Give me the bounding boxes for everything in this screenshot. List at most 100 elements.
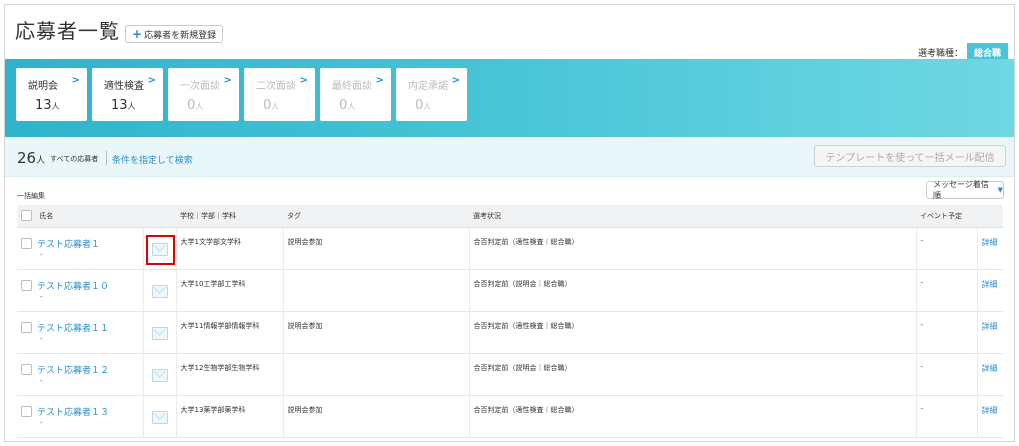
mail-cell: [142, 227, 176, 270]
row-checkbox[interactable]: [21, 237, 32, 249]
tag-cell: 説明会参加: [282, 395, 469, 438]
column-header-event: イベント予定: [916, 205, 977, 228]
tag-cell: [282, 353, 469, 396]
caret-down-icon: ▼: [997, 186, 1003, 194]
step-count: 0人: [263, 98, 280, 113]
total-count: 26人: [17, 149, 46, 167]
status-cell: 合否判定前（適性検査｜総合職）: [468, 395, 916, 438]
table-row: テスト応募者１- 大学1文学部文学科 説明会参加 合否判定前（適性検査｜総合職） - 詳細: [17, 227, 1003, 270]
detail-link[interactable]: 詳細: [982, 406, 998, 415]
column-header-detail: [977, 205, 1003, 228]
school-cell: 大学13薬学部薬学科: [175, 395, 283, 438]
applicant-sub: -: [40, 334, 43, 343]
applicant-sub: -: [40, 292, 43, 301]
name-cell: テスト応募者１１-: [17, 311, 143, 354]
tag-cell: [282, 269, 469, 312]
chevron-right-icon: >: [375, 75, 384, 86]
detail-link[interactable]: 詳細: [982, 238, 998, 247]
step-name: 内定承諾: [408, 81, 448, 92]
detail-link[interactable]: 詳細: [982, 280, 998, 289]
event-cell: -: [915, 269, 977, 312]
applicant-name-link[interactable]: テスト応募者１: [37, 240, 100, 250]
mail-icon[interactable]: [151, 242, 168, 256]
row-checkbox[interactable]: [21, 321, 32, 333]
name-cell: テスト応募者１２-: [17, 353, 143, 396]
applicant-name-link[interactable]: テスト応募者１１: [37, 324, 109, 334]
applicant-name-link[interactable]: テスト応募者１３: [37, 408, 109, 418]
tag-cell: 説明会参加: [282, 311, 469, 354]
status-cell: 合否判定前（説明会｜総合職）: [468, 269, 916, 312]
step-name: 説明会: [28, 81, 58, 92]
applicant-sub: -: [40, 376, 43, 385]
detail-link[interactable]: 詳細: [982, 322, 998, 331]
bulk-mail-button[interactable]: テンプレートを使って一括メール配信: [814, 145, 1006, 167]
table-row: テスト応募者１３- 大学13薬学部薬学科 説明会参加 合否判定前（適性検査｜総合職） -…: [17, 395, 1003, 438]
step-count: 0人: [415, 98, 432, 113]
mail-cell: [142, 353, 176, 396]
chevron-right-icon: >: [223, 75, 232, 86]
condition-search-link[interactable]: 条件を指定して検索: [112, 153, 193, 166]
step-name: 適性検査: [104, 81, 144, 92]
page-title: 応募者一覧: [15, 19, 120, 43]
event-cell: -: [915, 227, 977, 270]
column-header-mail: [143, 205, 176, 228]
step-count: 13人: [111, 98, 136, 113]
table-row: テスト応募者１２- 大学12生物学部生物学科 合否判定前（説明会｜総合職） - 詳細: [17, 353, 1003, 396]
applicant-sub: -: [40, 250, 43, 259]
column-header-status: 選考状況: [469, 205, 916, 228]
detail-cell: 詳細: [976, 269, 1003, 312]
plus-icon: +: [132, 27, 143, 41]
tag-cell: 説明会参加: [282, 227, 469, 270]
mail-cell: [142, 269, 176, 312]
detail-cell: 詳細: [976, 227, 1003, 270]
chevron-right-icon: >: [147, 75, 156, 86]
detail-cell: 詳細: [976, 353, 1003, 396]
status-cell: 合否判定前（説明会｜総合職）: [468, 353, 916, 396]
column-header-name: 氏名: [17, 205, 143, 228]
step-card[interactable]: 内定承諾 >0人: [396, 68, 467, 121]
name-cell: テスト応募者１３-: [17, 395, 143, 438]
selection-steps-banner: 説明会 >13人 適性検査 >13人 一次面談 >0人 二次面談 >0人 最終面談 >0人 内定承諾…: [5, 59, 1014, 137]
event-cell: -: [915, 311, 977, 354]
mail-icon[interactable]: [151, 410, 168, 424]
applicant-name-link[interactable]: テスト応募者１２: [37, 366, 109, 376]
school-cell: 大学11情報学部情報学科: [175, 311, 283, 354]
row-checkbox[interactable]: [21, 363, 32, 375]
chevron-right-icon: >: [299, 75, 308, 86]
column-header-school: 学校｜学部｜学科: [176, 205, 283, 228]
column-header-tag: タグ: [283, 205, 469, 228]
step-count: 0人: [339, 98, 356, 113]
add-applicant-button[interactable]: + 応募者を新規登録: [125, 25, 224, 43]
mail-icon[interactable]: [151, 326, 168, 340]
table-row: テスト応募者１０- 大学10工学部工学科 合否判定前（説明会｜総合職） - 詳細: [17, 269, 1003, 312]
row-checkbox[interactable]: [21, 279, 32, 291]
step-count: 13人: [35, 98, 60, 113]
applicant-table: 氏名 学校｜学部｜学科 タグ 選考状況 イベント予定 テスト応募者１- 大学1文学…: [17, 205, 1003, 438]
status-cell: 合否判定前（適性検査｜総合職）: [468, 227, 916, 270]
name-cell: テスト応募者１０-: [17, 269, 143, 312]
applicant-sub: -: [40, 418, 43, 427]
event-cell: -: [915, 395, 977, 438]
step-card[interactable]: 二次面談 >0人: [244, 68, 315, 121]
chevron-right-icon: >: [71, 75, 80, 86]
applicant-name-link[interactable]: テスト応募者１０: [37, 282, 109, 292]
mail-icon[interactable]: [151, 368, 168, 382]
step-card[interactable]: 一次面談 >0人: [168, 68, 239, 121]
school-cell: 大学10工学部工学科: [175, 269, 283, 312]
sort-select[interactable]: メッセージ着信順 ▼: [926, 180, 1004, 200]
name-cell: テスト応募者１-: [17, 227, 143, 270]
bulk-edit-label: 一括編集: [17, 192, 45, 200]
divider: [106, 151, 107, 165]
step-card[interactable]: 適性検査 >13人: [92, 68, 163, 121]
mail-cell: [142, 311, 176, 354]
step-name: 最終面談: [332, 81, 372, 92]
row-checkbox[interactable]: [21, 405, 32, 417]
step-card[interactable]: 最終面談 >0人: [320, 68, 391, 121]
detail-link[interactable]: 詳細: [982, 364, 998, 373]
step-card[interactable]: 説明会 >13人: [16, 68, 87, 121]
select-all-checkbox[interactable]: [21, 210, 32, 222]
mail-cell: [142, 395, 176, 438]
mail-icon[interactable]: [151, 284, 168, 298]
table-row: テスト応募者１１- 大学11情報学部情報学科 説明会参加 合否判定前（適性検査｜総合職…: [17, 311, 1003, 354]
add-applicant-label: 応募者を新規登録: [144, 30, 217, 41]
